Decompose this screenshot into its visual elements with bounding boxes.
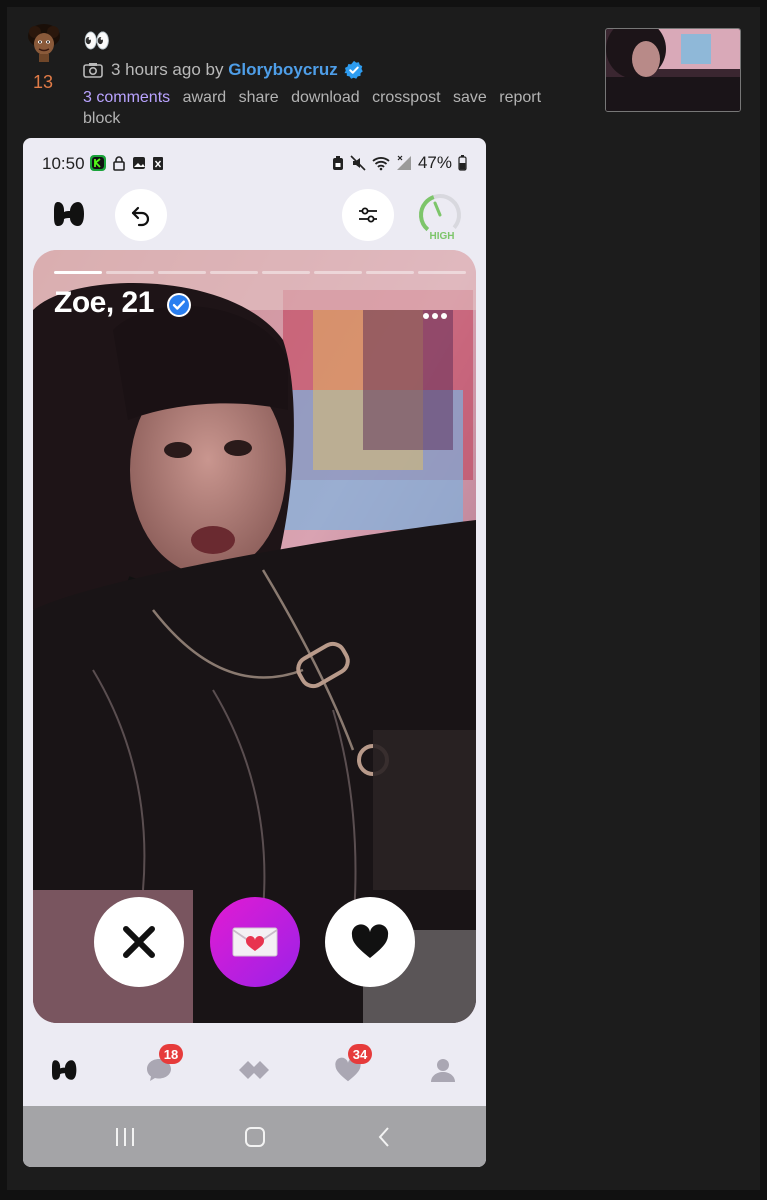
sim-icon (153, 157, 163, 170)
post-thumbnail[interactable] (605, 28, 741, 112)
sliders-icon (359, 207, 377, 223)
block-link[interactable]: block (83, 110, 120, 127)
bottom-tab-bar: 18 34 (23, 1038, 486, 1104)
back-chevron-icon (378, 1127, 389, 1147)
tab-likes[interactable]: 34 (328, 1044, 372, 1088)
status-bar: 10:50 47% (23, 138, 486, 188)
post-time: 3 hours ago by (111, 60, 224, 79)
profile-card[interactable]: Zoe, 21 (33, 250, 476, 1023)
download-link[interactable]: download (291, 89, 360, 106)
heart-icon (351, 924, 389, 958)
signal-icon (396, 155, 411, 170)
back-button[interactable] (370, 1122, 400, 1152)
progress-segment (106, 271, 154, 274)
matches-icon (239, 1061, 269, 1079)
recents-icon (116, 1128, 134, 1146)
post-title[interactable]: 👀 (83, 28, 110, 54)
post-actions: 3 comments award share download crosspos… (83, 87, 563, 129)
recent-apps-button[interactable] (110, 1122, 140, 1152)
likes-badge: 34 (348, 1044, 372, 1064)
love-letter-icon (232, 927, 278, 957)
status-icons-left (90, 155, 164, 171)
progress-segment (418, 271, 466, 274)
status-time: 10:50 (42, 154, 85, 173)
battery-saver-icon (332, 156, 343, 170)
progress-segment (54, 271, 102, 274)
crosspost-link[interactable]: crosspost (372, 89, 440, 106)
mute-icon (350, 155, 366, 171)
system-nav-bar (23, 1106, 486, 1167)
home-button[interactable] (240, 1122, 270, 1152)
author-link[interactable]: Gloryboycruz (228, 60, 338, 80)
photo-progress (54, 271, 466, 274)
camera-icon (83, 63, 103, 78)
home-square-icon (245, 1127, 265, 1147)
report-link[interactable]: report (499, 89, 541, 106)
verified-badge-icon (344, 60, 363, 79)
messages-badge: 18 (159, 1044, 183, 1064)
profile-name: Zoe, 21 (54, 286, 154, 319)
tab-matches[interactable] (234, 1052, 274, 1088)
tab-profile[interactable] (423, 1052, 463, 1088)
undo-icon (131, 206, 150, 227)
status-icons-right: 47% (332, 153, 467, 173)
wifi-icon (372, 157, 390, 171)
lock-icon (113, 156, 125, 171)
tab-home[interactable] (45, 1052, 85, 1088)
close-icon (123, 926, 155, 958)
progress-segment (210, 271, 258, 274)
comments-link[interactable]: 3 comments (83, 89, 170, 106)
post-meta: 3 hours ago by Gloryboycruz (83, 59, 364, 81)
app-logo-icon[interactable] (54, 200, 86, 228)
message-button[interactable] (210, 897, 300, 987)
progress-segment (314, 271, 362, 274)
home-logo-icon (52, 1060, 77, 1080)
tab-messages[interactable]: 18 (139, 1044, 183, 1088)
pass-button[interactable] (94, 897, 184, 987)
user-avatar[interactable] (27, 24, 61, 62)
app-screenshot: 10:50 47% HIGH Zoe, 21 18 34 (23, 138, 486, 1167)
image-icon (133, 157, 145, 169)
more-options-icon[interactable] (422, 312, 448, 320)
verified-profile-icon (167, 293, 191, 317)
battery-percent: 47% (417, 153, 452, 172)
app-k-icon (90, 155, 106, 171)
save-link[interactable]: save (453, 89, 487, 106)
award-link[interactable]: award (183, 89, 227, 106)
progress-segment (366, 271, 414, 274)
user-icon (431, 1059, 455, 1082)
progress-segment (262, 271, 310, 274)
progress-segment (158, 271, 206, 274)
vote-score: 13 (33, 72, 54, 92)
thumbnail-image (606, 29, 740, 111)
gauge-label: HIGH (429, 231, 455, 242)
battery-icon (458, 155, 467, 171)
share-link[interactable]: share (239, 89, 279, 106)
undo-button[interactable] (115, 189, 167, 241)
filters-button[interactable] (342, 189, 394, 241)
like-button[interactable] (325, 897, 415, 987)
